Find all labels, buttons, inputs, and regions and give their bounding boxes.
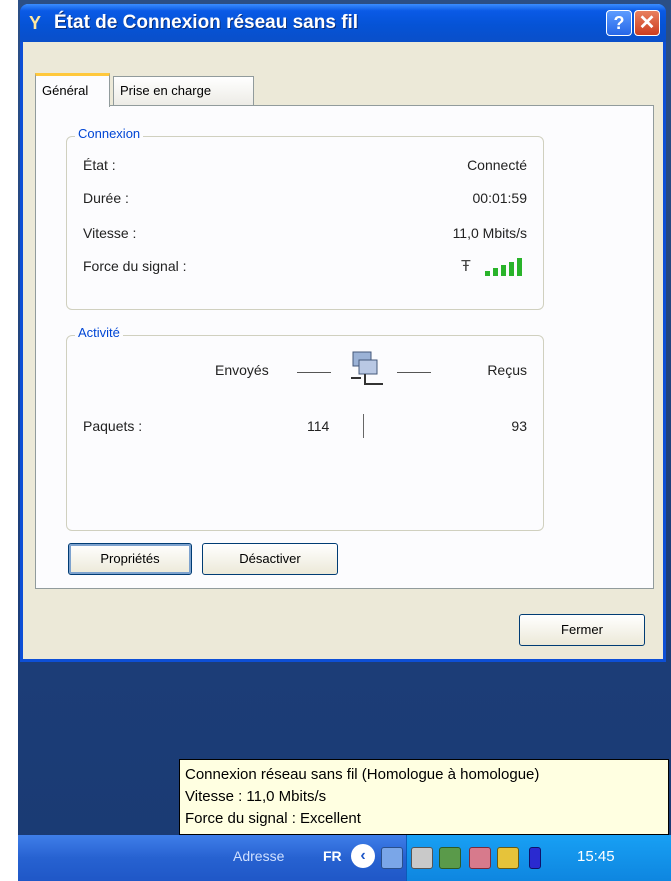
- tooltip-line-signal: Force du signal : Excellent: [185, 810, 361, 827]
- sent-header: Envoyés: [215, 362, 269, 378]
- address-toolbar-label[interactable]: Adresse: [233, 848, 284, 864]
- signal-bar: [485, 271, 490, 276]
- tooltip-line-name: Connexion réseau sans fil (Homologue à h…: [185, 766, 540, 783]
- window-title: État de Connexion réseau sans fil: [54, 12, 359, 33]
- clock[interactable]: 15:45: [577, 848, 615, 865]
- signal-strength-indicator: Ŧ: [461, 258, 527, 276]
- connection-group-title: Connexion: [75, 126, 144, 141]
- taskbar: Adresse FR ‹ 15:45: [18, 835, 671, 881]
- activity-group-title: Activité: [75, 325, 123, 340]
- network-bridge-icon[interactable]: [469, 847, 491, 869]
- activity-group: Activité Envoyés Reçus Paquets : 114 93: [66, 325, 544, 531]
- status-value: Connecté: [467, 157, 527, 173]
- show-hidden-icons-chevron-icon[interactable]: ‹: [351, 844, 375, 868]
- speed-label: Vitesse :: [83, 225, 137, 241]
- disable-button[interactable]: Désactiver: [202, 543, 338, 575]
- signal-strength-label: Force du signal :: [83, 258, 187, 274]
- connection-status-dialog: Y État de Connexion réseau sans fil ? ✕ …: [20, 4, 666, 662]
- help-button[interactable]: ?: [606, 10, 632, 36]
- tooltip-line-speed: Vitesse : 11,0 Mbits/s: [185, 788, 327, 805]
- speed-value: 11,0 Mbits/s: [452, 225, 527, 241]
- system-tray: FR ‹ 15:45: [323, 835, 671, 881]
- battery-icon[interactable]: [529, 847, 541, 869]
- security-alert-icon[interactable]: [497, 847, 519, 869]
- signal-bar: [501, 265, 506, 276]
- tab-general[interactable]: Général: [35, 73, 110, 107]
- packets-sent-value: 114: [307, 418, 330, 434]
- printer-icon[interactable]: [411, 847, 433, 869]
- tab-support[interactable]: Prise en charge: [113, 76, 254, 106]
- received-header: Reçus: [487, 362, 527, 378]
- packets-label: Paquets :: [83, 418, 143, 434]
- properties-button[interactable]: Propriétés: [68, 543, 192, 575]
- duration-label: Durée :: [83, 190, 129, 206]
- user-icon[interactable]: [439, 847, 461, 869]
- duration-value: 00:01:59: [472, 190, 528, 206]
- activity-divider: [363, 414, 364, 438]
- dash-right: [397, 372, 431, 373]
- general-tab-panel: Connexion État : Connecté Durée : 00:01:…: [35, 105, 654, 589]
- wireless-antenna-icon: Y: [29, 13, 42, 33]
- close-button[interactable]: Fermer: [519, 614, 645, 646]
- status-label: État :: [83, 157, 116, 173]
- dash-left: [297, 372, 331, 373]
- network-icon[interactable]: [381, 847, 403, 869]
- packets-received-value: 93: [511, 418, 527, 434]
- signal-bar: [493, 268, 498, 276]
- connection-group: Connexion État : Connecté Durée : 00:01:…: [66, 126, 544, 310]
- close-window-button[interactable]: ✕: [634, 10, 660, 36]
- network-tooltip: Connexion réseau sans fil (Homologue à h…: [179, 759, 669, 835]
- signal-bar: [509, 262, 514, 276]
- language-indicator[interactable]: FR: [323, 848, 342, 864]
- antenna-icon: Ŧ: [461, 258, 471, 275]
- title-bar[interactable]: Y État de Connexion réseau sans fil ? ✕: [20, 4, 666, 42]
- network-activity-icon: [351, 351, 383, 385]
- signal-bar: [517, 258, 522, 276]
